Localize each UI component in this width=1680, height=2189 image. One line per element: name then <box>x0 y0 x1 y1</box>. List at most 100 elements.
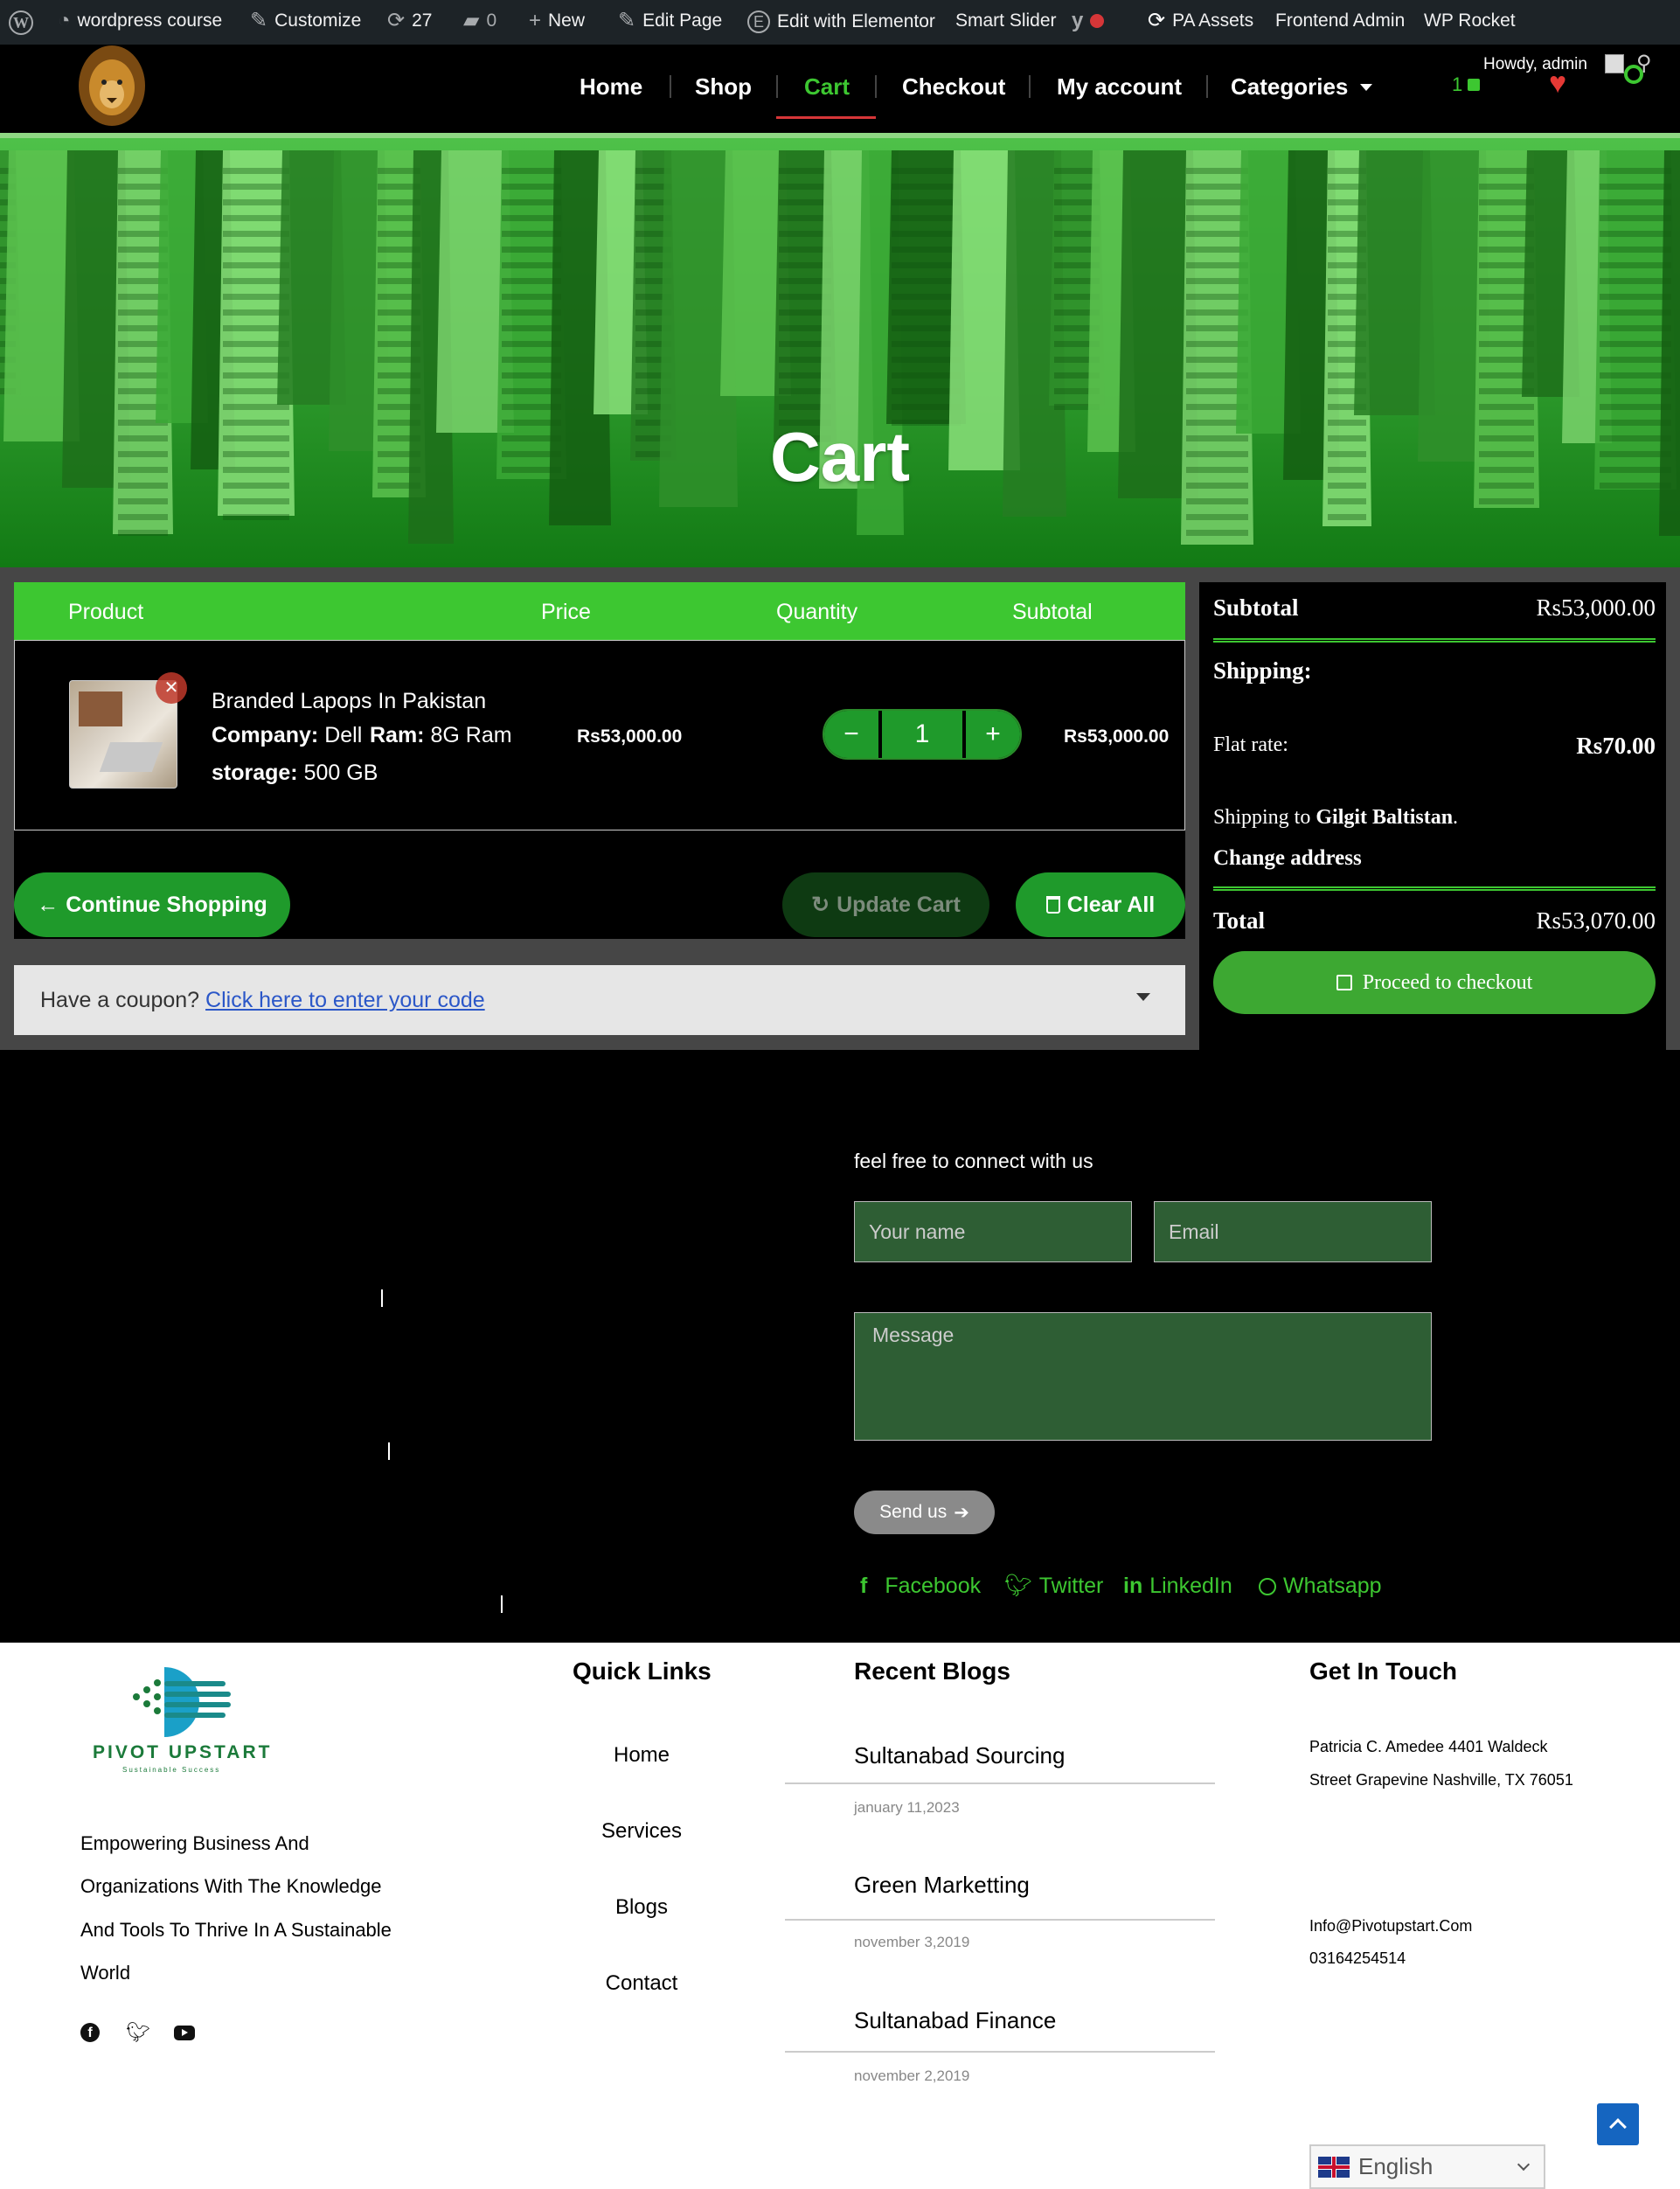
coupon-toggle[interactable]: Have a coupon? Click here to enter your … <box>14 965 1185 1035</box>
quantity-input[interactable]: 1 <box>880 711 964 758</box>
blog-divider <box>785 1919 1215 1921</box>
heart-icon[interactable]: ♥ <box>1549 68 1566 98</box>
blog-title[interactable]: Sultanabad Sourcing <box>854 1742 1065 1769</box>
shipping-destination: Shipping to Gilgit Baltistan. <box>1213 806 1458 830</box>
shipping-region: Gilgit Baltistan <box>1316 806 1454 829</box>
coupon-link[interactable]: Click here to enter your code <box>205 988 485 1012</box>
footer-phone[interactable]: 03164254514 <box>1309 1949 1406 1968</box>
edit-page-label: Edit Page <box>642 10 723 31</box>
proceed-to-checkout-button[interactable]: Proceed to checkout <box>1213 951 1656 1014</box>
nav-my-account[interactable]: My account <box>1057 73 1182 101</box>
address-label: Address <box>191 1346 259 1365</box>
footer-link-blogs[interactable]: Blogs <box>554 1895 729 1920</box>
brand-name: PIVOT UPSTART <box>93 1742 273 1762</box>
nav-categories[interactable]: Categories <box>1231 73 1373 101</box>
language-selector[interactable]: English <box>1309 2144 1545 2189</box>
howdy-admin[interactable]: Howdy, admin <box>1483 55 1587 74</box>
wordpress-icon[interactable]: W <box>9 10 33 35</box>
change-address-link[interactable]: Change address <box>1213 846 1362 871</box>
recent-blogs-title: Recent Blogs <box>854 1657 1010 1685</box>
admin-smart-slider[interactable]: Smart Slider <box>955 10 1057 31</box>
twitter-icon[interactable]: 🐦︎ <box>126 2021 150 2044</box>
brush-icon: ✎ <box>250 9 268 32</box>
coupon-text: Have a coupon? Click here to enter your … <box>40 988 485 1013</box>
chevron-up-icon <box>1609 2118 1627 2136</box>
social-linkedin[interactable]: in LinkedIn <box>1123 1574 1232 1599</box>
caret-down-icon <box>1360 83 1373 91</box>
product-name[interactable]: Branded Lapops In Pakistan <box>212 689 486 714</box>
nav-home[interactable]: Home <box>580 73 642 101</box>
header-cart[interactable]: 1 <box>1452 73 1481 96</box>
email-input[interactable]: Email <box>1154 1201 1432 1262</box>
continue-shopping-button[interactable]: ← Continue Shopping <box>14 872 290 937</box>
nav-shop[interactable]: Shop <box>695 73 752 101</box>
admin-edit-page[interactable]: ✎ Edit Page <box>618 10 722 31</box>
item-price: Rs53,000.00 <box>577 726 683 747</box>
quantity-minus-button[interactable]: − <box>824 711 878 758</box>
social-twitter[interactable]: 🐦︎ Twitter <box>1004 1574 1103 1599</box>
col-subtotal: Subtotal <box>1012 600 1093 624</box>
search-icon[interactable] <box>1624 65 1643 84</box>
admin-comments[interactable]: ▰ 0 <box>463 10 496 31</box>
admin-wp-rocket[interactable]: WP Rocket <box>1424 10 1516 31</box>
arrow-right-icon: ➔ <box>954 1502 969 1523</box>
ram-label: Ram: <box>370 723 425 747</box>
clear-all-label: Clear All <box>1066 892 1156 917</box>
footer-email[interactable]: Info@Pivotupstart.Com <box>1309 1917 1472 1935</box>
message-textarea[interactable]: Message <box>854 1312 1432 1441</box>
hero-title: Cart <box>769 418 911 496</box>
social-facebook[interactable]: f Facebook <box>860 1574 981 1599</box>
admin-customize[interactable]: ✎ Customize <box>250 10 361 31</box>
twitter-icon: 🐦︎ <box>1004 1574 1032 1598</box>
update-cart-button[interactable]: ↻ Update Cart <box>782 872 989 937</box>
plus-icon: + <box>529 9 542 32</box>
send-button[interactable]: Send us ➔ <box>854 1491 995 1534</box>
admin-site-name[interactable]: ◔ wordpress course <box>58 10 222 31</box>
nav-checkout[interactable]: Checkout <box>902 73 1005 101</box>
blog-title[interactable]: Sultanabad Finance <box>854 2007 1056 2034</box>
caret-down-icon[interactable] <box>1136 993 1150 1001</box>
lion-logo[interactable] <box>77 44 147 128</box>
company-label: Company: <box>212 723 319 747</box>
footer-link-contact[interactable]: Contact <box>554 1971 729 1996</box>
divider <box>1213 638 1656 643</box>
clear-all-button[interactable]: Clear All <box>1016 872 1185 937</box>
avatar[interactable] <box>1605 54 1624 73</box>
nav-cart[interactable]: Cart <box>804 73 850 101</box>
total-label: Total <box>1213 907 1266 934</box>
quantity-stepper: − 1 + <box>823 709 1022 760</box>
quantity-plus-button[interactable]: + <box>966 711 1020 758</box>
admin-yoast[interactable]: y <box>1072 10 1105 31</box>
scroll-to-top-button[interactable] <box>1597 2103 1639 2145</box>
send-label: Send us <box>879 1502 948 1522</box>
update-cart-label: Update Cart <box>837 892 961 917</box>
nav-divider <box>1029 75 1031 98</box>
youtube-icon[interactable] <box>174 2026 195 2040</box>
admin-edit-elementor[interactable]: E Edit with Elementor <box>747 10 935 33</box>
admin-frontend-admin[interactable]: Frontend Admin <box>1275 10 1405 31</box>
coupon-question: Have a coupon? <box>40 988 200 1012</box>
pivot-upstart-logo[interactable] <box>129 1665 234 1737</box>
site-name-label: wordpress course <box>77 10 223 31</box>
customize-label: Customize <box>274 10 362 31</box>
footer-link-home[interactable]: Home <box>554 1743 729 1768</box>
social-whatsapp[interactable]: Whatsapp <box>1259 1574 1382 1599</box>
contact-subtitle: Some Information about me and my shop <box>191 1161 433 1176</box>
address-value: Kho <box>354 1442 391 1460</box>
admin-pa-assets[interactable]: ⟳ PA Assets <box>1148 10 1253 31</box>
facebook-icon[interactable]: f <box>80 2023 100 2042</box>
blog-title[interactable]: Green Marketting <box>854 1872 1030 1899</box>
admin-updates[interactable]: ⟳ 27 <box>387 10 432 31</box>
remove-item-button[interactable]: ✕ <box>156 672 187 704</box>
language-label: English <box>1358 2153 1434 2179</box>
admin-new[interactable]: + New <box>529 10 585 31</box>
product-ram: Ram: 8G Ram <box>370 723 512 748</box>
subtotal-value: Rs53,000.00 <box>1536 594 1656 621</box>
address-line: Patricia C. Amedee 4401 Waldeck <box>1309 1738 1548 1755</box>
item-subtotal: Rs53,000.00 <box>1064 726 1170 747</box>
address-line: Street Grapevine Nashville, TX 76051 <box>1309 1771 1573 1789</box>
footer-link-services[interactable]: Services <box>554 1819 729 1844</box>
comments-count: 0 <box>486 10 497 31</box>
name-input[interactable]: Your name <box>854 1201 1132 1262</box>
bag-icon <box>1336 975 1352 990</box>
